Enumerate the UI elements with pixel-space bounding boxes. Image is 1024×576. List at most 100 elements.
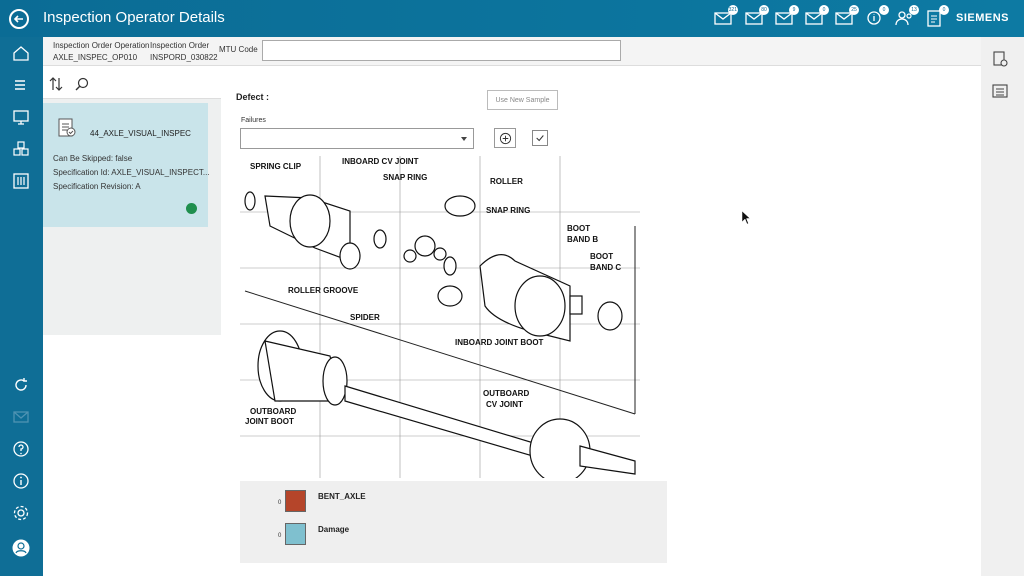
legend-name: BENT_AXLE bbox=[318, 492, 366, 501]
label-roller: ROLLER bbox=[490, 177, 523, 186]
label-boot-band-c-2: BAND C bbox=[590, 263, 621, 272]
list-item[interactable]: 44_AXLE_VISUAL_INSPEC Can Be Skipped: fa… bbox=[43, 103, 210, 227]
notification-count: 0 bbox=[879, 5, 889, 15]
use-new-sample-button[interactable]: Use New Sample bbox=[487, 90, 558, 110]
label-spider: SPIDER bbox=[350, 313, 380, 322]
sort-button[interactable] bbox=[48, 76, 64, 92]
label-inboard-cv-joint: INBOARD CV JOINT bbox=[342, 157, 419, 166]
label-roller-groove: ROLLER GROOVE bbox=[288, 286, 359, 295]
home-nav[interactable] bbox=[12, 44, 30, 62]
sliders-icon bbox=[13, 173, 29, 189]
notification-mail[interactable]: 0 bbox=[804, 5, 829, 28]
stack-nav[interactable] bbox=[12, 76, 30, 94]
label-outboard-cv-joint: OUTBOARD bbox=[483, 389, 529, 398]
notification-mail-list[interactable]: 321 bbox=[713, 5, 738, 28]
notification-mail[interactable]: 80 bbox=[744, 5, 769, 28]
notification-document[interactable]: 0 bbox=[924, 5, 949, 28]
legend-count: 0 bbox=[278, 500, 282, 506]
notification-mail[interactable]: 25 bbox=[834, 5, 859, 28]
notification-count: 321 bbox=[727, 5, 738, 15]
user-avatar[interactable] bbox=[12, 539, 30, 557]
specification-id: Specification Id: AXLE_VISUAL_INSPECT... bbox=[53, 168, 210, 177]
failures-dropdown[interactable] bbox=[240, 128, 474, 149]
page-title: Inspection Operator Details bbox=[43, 9, 225, 26]
legend-count: 0 bbox=[278, 533, 282, 539]
sliders-nav[interactable] bbox=[12, 172, 30, 190]
help-button[interactable] bbox=[12, 440, 30, 458]
top-bar: Inspection Operator Details 321 80 9 0 2… bbox=[0, 0, 1024, 37]
legend-name: Damage bbox=[318, 525, 350, 534]
info-icon bbox=[13, 473, 29, 489]
search-icon bbox=[75, 77, 89, 91]
help-icon bbox=[13, 441, 29, 457]
right-tool-rail bbox=[981, 37, 1024, 576]
search-button[interactable] bbox=[74, 76, 90, 92]
confirm-checkbox[interactable] bbox=[532, 130, 548, 146]
mouse-cursor-icon bbox=[742, 211, 751, 225]
refresh-button[interactable] bbox=[12, 376, 30, 394]
legend-swatch bbox=[285, 523, 306, 545]
settings-button[interactable] bbox=[12, 504, 30, 522]
label-inboard-joint-boot: INBOARD JOINT BOOT bbox=[455, 338, 544, 347]
defect-diagram[interactable]: SPRING CLIP INBOARD CV JOINT SNAP RING R… bbox=[240, 156, 640, 484]
boxes-nav[interactable] bbox=[12, 140, 30, 158]
check-icon bbox=[536, 135, 544, 142]
notification-count: 9 bbox=[789, 5, 799, 15]
axle-drawing: SPRING CLIP INBOARD CV JOINT SNAP RING R… bbox=[240, 156, 640, 484]
view-details-button[interactable] bbox=[991, 50, 1009, 68]
info-button[interactable] bbox=[12, 472, 30, 490]
mail-disabled-icon bbox=[13, 411, 29, 423]
order-info-bar: Inspection Order Operation AXLE_INSPEC_O… bbox=[43, 37, 981, 66]
main-content: Inspection Order Operation AXLE_INSPEC_O… bbox=[43, 37, 981, 576]
defect-label: Defect : bbox=[236, 92, 270, 102]
monitor-icon bbox=[13, 110, 29, 125]
label-outboard-joint-boot-2: JOINT BOOT bbox=[245, 417, 294, 426]
left-nav-rail bbox=[0, 37, 43, 576]
operation-value: AXLE_INSPEC_OP010 bbox=[53, 53, 138, 62]
notification-workers[interactable]: 13 bbox=[894, 5, 919, 28]
view-document-icon bbox=[993, 51, 1008, 67]
mail-nav[interactable] bbox=[12, 408, 30, 426]
back-button[interactable] bbox=[9, 9, 29, 29]
inspection-icon bbox=[56, 117, 78, 139]
list-view-button[interactable] bbox=[991, 82, 1009, 100]
legend-swatch bbox=[285, 490, 306, 512]
characteristics-list: 44_AXLE_VISUAL_INSPEC Can Be Skipped: fa… bbox=[43, 99, 221, 335]
notification-count: 13 bbox=[909, 5, 919, 15]
can-be-skipped: Can Be Skipped: false bbox=[53, 154, 133, 163]
order-label: Inspection Order bbox=[150, 41, 210, 50]
brand-logo: SIEMENS bbox=[956, 12, 1010, 24]
gear-icon bbox=[13, 505, 29, 521]
add-failure-button[interactable] bbox=[494, 128, 516, 148]
avatar-icon bbox=[12, 539, 30, 557]
order-info: Inspection Order INSPORD_030822 bbox=[150, 41, 218, 62]
add-circle-icon bbox=[499, 132, 511, 144]
specification-revision: Specification Revision: A bbox=[53, 182, 141, 191]
label-snap-ring: SNAP RING bbox=[383, 173, 427, 182]
mtu-code-label: MTU Code bbox=[219, 45, 258, 54]
home-icon bbox=[13, 46, 29, 61]
notification-info[interactable]: 0 bbox=[864, 5, 889, 28]
chevron-down-icon bbox=[461, 137, 467, 141]
label-boot-band-b: BOOT bbox=[567, 224, 590, 233]
operation-label: Inspection Order Operation bbox=[53, 41, 150, 50]
label-outboard-joint-boot: OUTBOARD bbox=[250, 407, 296, 416]
stack-icon bbox=[15, 80, 25, 90]
notification-count: 0 bbox=[819, 5, 829, 15]
boxes-icon bbox=[13, 141, 29, 156]
failures-label: Failures bbox=[241, 117, 266, 124]
label-snap-ring-2: SNAP RING bbox=[486, 206, 530, 215]
mtu-code-input[interactable] bbox=[262, 40, 621, 61]
label-spring-clip: SPRING CLIP bbox=[250, 162, 302, 171]
notification-count: 80 bbox=[759, 5, 769, 15]
characteristic-title: 44_AXLE_VISUAL_INSPEC bbox=[90, 129, 191, 138]
arrow-left-icon bbox=[13, 15, 23, 23]
notification-count: 0 bbox=[939, 5, 949, 15]
monitor-nav[interactable] bbox=[12, 108, 30, 126]
operation-info: Inspection Order Operation AXLE_INSPEC_O… bbox=[53, 41, 150, 62]
defect-legend: 0 BENT_AXLE 0 Damage bbox=[240, 481, 667, 563]
order-value: INSPORD_030822 bbox=[150, 53, 218, 62]
list-toolbar bbox=[43, 69, 221, 99]
notification-mail[interactable]: 9 bbox=[774, 5, 799, 28]
status-indicator bbox=[186, 203, 197, 214]
